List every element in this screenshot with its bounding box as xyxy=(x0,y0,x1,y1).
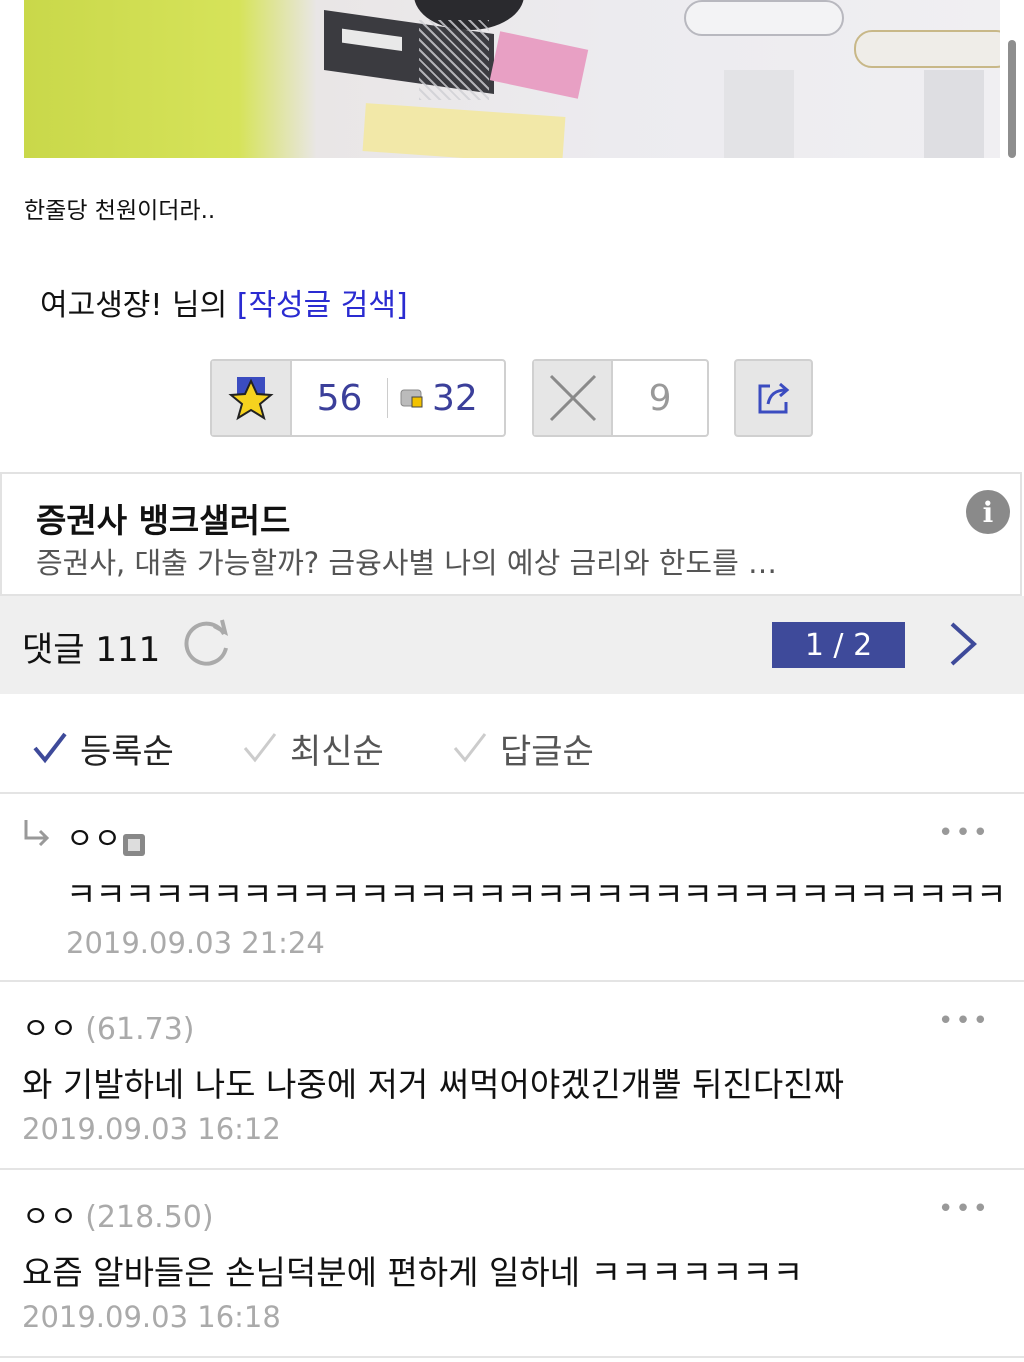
mobile-recommend-count: 32 xyxy=(432,377,478,419)
reply-arrow-icon xyxy=(24,820,50,846)
comments-header: 댓글 111 1 / 2 xyxy=(0,596,1024,694)
x-icon xyxy=(549,374,596,422)
chevron-right-icon[interactable] xyxy=(944,620,980,668)
comment-text: ㅋㅋㅋㅋㅋㅋㅋㅋㅋㅋㅋㅋㅋㅋㅋㅋㅋㅋㅋㅋㅋㅋㅋㅋㅋㅋㅋㅋㅋㅋㅋㅋ xyxy=(66,875,1007,914)
comment-nick[interactable]: ㅇㅇ xyxy=(66,822,121,857)
more-options-icon[interactable]: ••• xyxy=(938,818,990,848)
sort-tab-latest[interactable]: 최신순 xyxy=(242,720,384,776)
check-icon xyxy=(33,732,67,764)
sort-tab-replies[interactable]: 답글순 xyxy=(452,720,594,776)
ad-title[interactable]: 증권사 뱅크샐러드 xyxy=(36,494,290,542)
comment-item: ㅇㅇ (218.50) ••• 요즘 알바들은 손님덕분에 편하게 일하네 ㅋㅋㅋ… xyxy=(0,1170,1024,1356)
info-icon[interactable]: i xyxy=(966,490,1010,534)
comment-date: 2019.09.03 16:12 xyxy=(22,1112,281,1146)
more-options-icon[interactable]: ••• xyxy=(938,1006,990,1036)
comment-date: 2019.09.03 16:18 xyxy=(22,1300,281,1334)
sort-tab-registered[interactable]: 등록순 xyxy=(32,720,174,776)
sort-tab-label: 최신순 xyxy=(290,731,384,772)
sort-tab-label: 등록순 xyxy=(80,731,174,772)
share-button[interactable] xyxy=(734,359,813,437)
ad-description[interactable]: 증권사, 대출 가능할까? 금융사별 나의 예상 금리와 한도를 … xyxy=(36,540,777,582)
comment-item: ㅇㅇ ••• ㅋㅋㅋㅋㅋㅋㅋㅋㅋㅋㅋㅋㅋㅋㅋㅋㅋㅋㅋㅋㅋㅋㅋㅋㅋㅋㅋㅋㅋㅋㅋㅋ … xyxy=(0,794,1024,980)
ad-banner[interactable]: 증권사 뱅크샐러드 증권사, 대출 가능할까? 금융사별 나의 예상 금리와 한… xyxy=(0,472,1022,596)
comment-text: 요즘 알바들은 손님덕분에 편하게 일하네 ㅋㅋㅋㅋㅋㅋㅋ xyxy=(22,1253,804,1292)
recommend-button[interactable] xyxy=(212,361,292,435)
author-name[interactable]: 여고생쟝! xyxy=(40,288,162,323)
comment-nick[interactable]: ㅇㅇ xyxy=(22,1012,77,1047)
share-icon xyxy=(758,382,789,414)
post-caption: 한줄당 천원이더라.. xyxy=(24,198,216,224)
comment-count: 댓글 111 xyxy=(22,630,161,670)
comment-ip-score: (218.50) xyxy=(85,1200,214,1235)
page-indicator[interactable]: 1 / 2 xyxy=(772,622,905,668)
check-icon xyxy=(453,733,487,763)
check-icon xyxy=(243,733,277,763)
comment-date: 2019.09.03 21:24 xyxy=(66,926,325,960)
dislike-count: 9 xyxy=(648,377,672,419)
recommend-group: 56 32 xyxy=(210,359,506,437)
post-image xyxy=(24,0,1000,158)
comment-nick[interactable]: ㅇㅇ xyxy=(22,1200,77,1235)
mobile-recommend: 32 xyxy=(388,361,478,435)
dislike-group: 9 xyxy=(532,359,709,437)
comment-ip-score: (61.73) xyxy=(85,1012,195,1047)
dislike-button[interactable] xyxy=(534,361,614,435)
star-icon xyxy=(228,377,274,421)
refresh-icon[interactable] xyxy=(180,616,234,670)
author-suffix: 님의 xyxy=(171,288,228,323)
more-options-icon[interactable]: ••• xyxy=(938,1194,990,1224)
mobile-badge-icon xyxy=(400,389,423,408)
comment-item: ㅇㅇ (61.73) ••• 와 기발하네 나도 나중에 저거 써먹어야겠긴개뿔 … xyxy=(0,982,1024,1168)
search-posts-link[interactable]: [작성글 검색] xyxy=(237,288,408,323)
mobile-badge-icon xyxy=(123,833,146,856)
scrollbar[interactable] xyxy=(1008,40,1016,158)
sort-tab-label: 답글순 xyxy=(500,731,594,772)
author-line: 여고생쟝! 님의 [작성글 검색] xyxy=(40,280,408,324)
comment-text: 와 기발하네 나도 나중에 저거 써먹어야겠긴개뿔 뒤진다진짜 xyxy=(22,1065,844,1104)
recommend-count: 56 xyxy=(316,377,363,419)
